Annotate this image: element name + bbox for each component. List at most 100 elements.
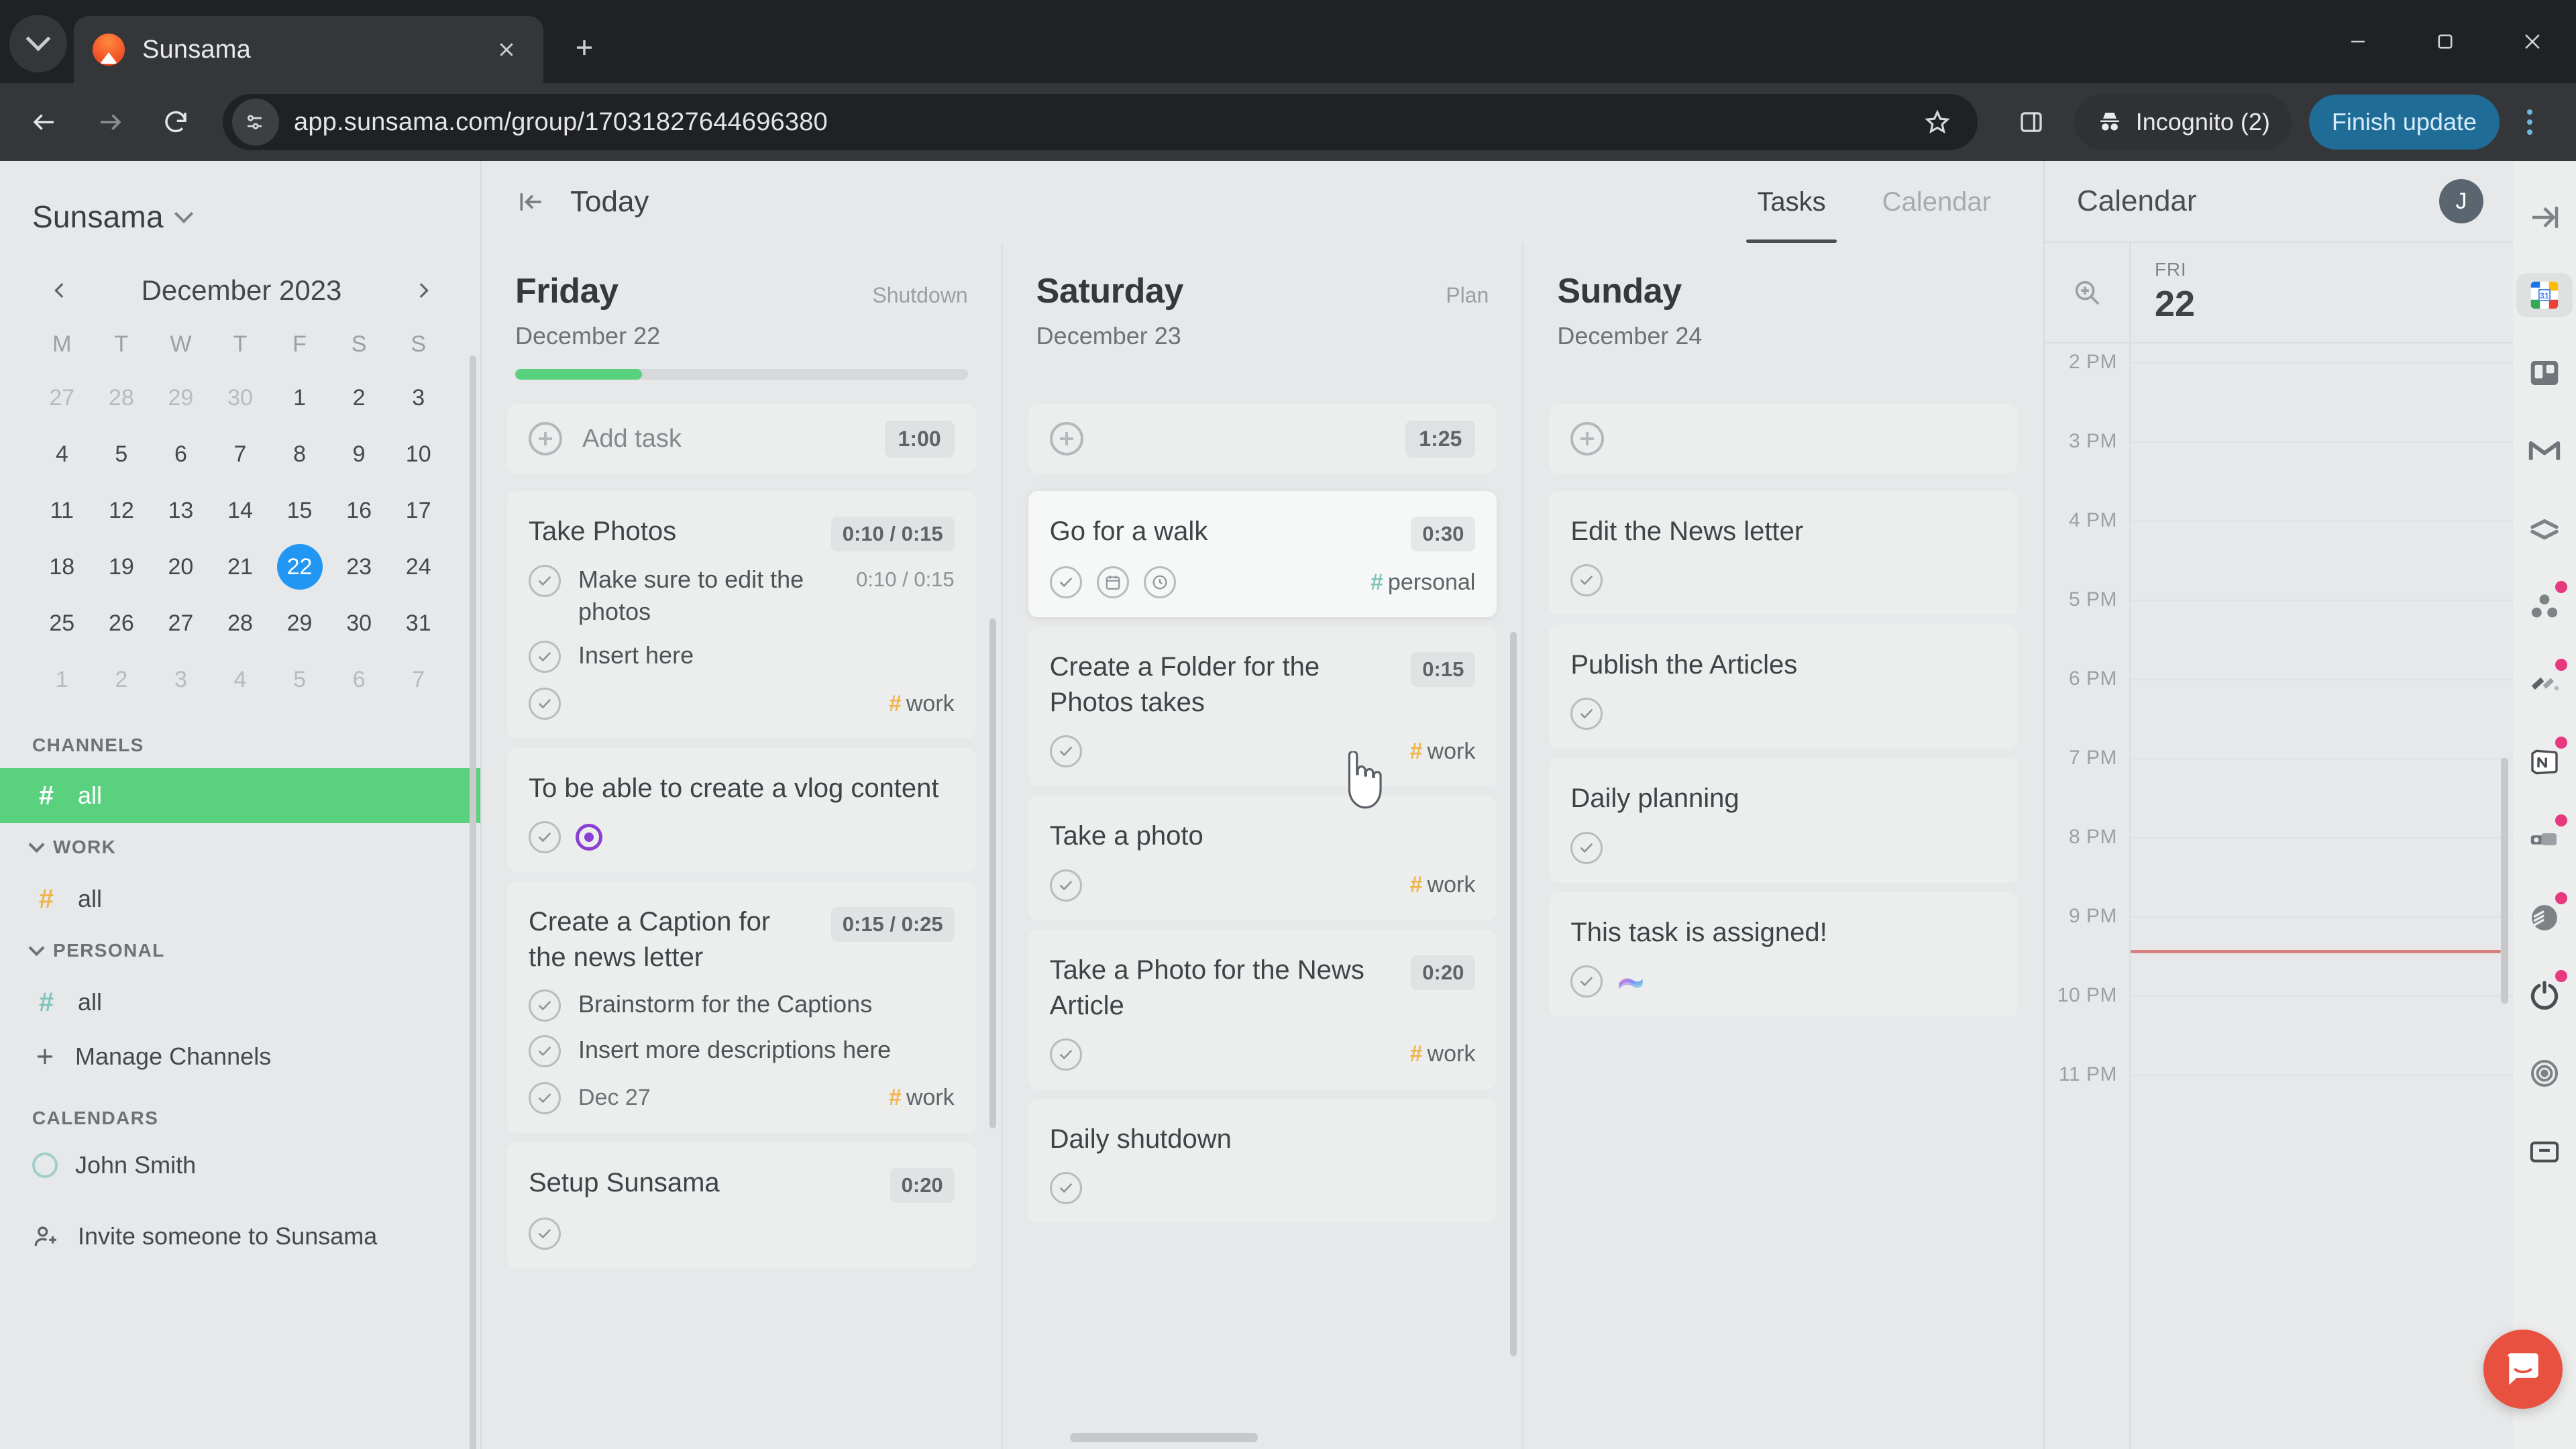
day-state-label[interactable]: Shutdown [872, 283, 967, 308]
complete-task-icon[interactable] [529, 1217, 561, 1250]
rail-google-calendar-button[interactable]: 31 [2515, 256, 2574, 334]
right-calendar-day[interactable]: FRI 22 [2131, 243, 2513, 342]
calendar-day[interactable]: 29 [151, 370, 211, 426]
complete-task-icon[interactable] [1049, 566, 1082, 598]
complete-task-icon[interactable] [1570, 965, 1603, 998]
calendar-day[interactable]: 27 [151, 595, 211, 651]
task-card[interactable]: To be able to create a vlog content [507, 748, 976, 873]
calendar-day[interactable]: 23 [329, 539, 389, 595]
objective-target-icon[interactable] [576, 824, 602, 851]
card-tag[interactable]: # work [1410, 739, 1476, 765]
calendar-day[interactable]: 1 [270, 370, 329, 426]
calendar-day[interactable]: 8 [270, 426, 329, 482]
calendar-day[interactable]: 15 [270, 482, 329, 539]
calendar-scrollbar[interactable] [2501, 758, 2508, 1004]
task-card[interactable]: Setup Sunsama 0:20 [507, 1142, 976, 1269]
calendar-day[interactable]: 14 [211, 482, 270, 539]
side-panel-icon[interactable] [2002, 93, 2061, 152]
task-card[interactable]: This task is assigned! [1549, 892, 2019, 1016]
next-month-icon[interactable] [405, 272, 441, 309]
rail-objectives-button[interactable] [2515, 1034, 2574, 1112]
calendar-day[interactable]: 9 [329, 426, 389, 482]
prev-month-icon[interactable] [42, 272, 78, 309]
complete-task-icon[interactable] [1049, 1038, 1082, 1071]
tab-search-button[interactable] [9, 15, 67, 72]
rail-github-button[interactable] [2515, 957, 2574, 1034]
task-card[interactable]: Daily shutdown [1028, 1098, 1497, 1224]
close-window-icon[interactable] [2489, 0, 2576, 83]
card-tag[interactable]: # work [889, 691, 955, 717]
calendar-day[interactable]: 5 [92, 426, 152, 482]
column-scrollbar[interactable] [989, 619, 996, 1128]
tab-calendar[interactable]: Calendar [1854, 161, 2019, 243]
task-card[interactable]: Take Photos 0:10 / 0:15 Make sure to edit… [507, 491, 976, 739]
rail-clickup-button[interactable] [2515, 645, 2574, 723]
task-card[interactable]: Take a photo # work [1028, 796, 1497, 920]
finish-update-button[interactable]: Finish update [2308, 95, 2500, 150]
rail-trello-button[interactable] [2515, 334, 2574, 412]
task-card[interactable]: Create a Folder for the Photos takes 0:15… [1028, 627, 1497, 787]
subtask-check-icon[interactable] [529, 641, 561, 674]
maximize-icon[interactable] [2402, 0, 2489, 83]
close-icon[interactable] [488, 32, 525, 68]
task-card[interactable]: Take a Photo for the News Article 0:20 # w… [1028, 929, 1497, 1089]
rail-jira-button[interactable] [2515, 801, 2574, 879]
calendar-day[interactable]: 6 [151, 426, 211, 482]
calendar-day[interactable]: 12 [92, 482, 152, 539]
task-card[interactable]: Go for a walk 0:30 # personal [1028, 491, 1497, 617]
column-scrollbar[interactable] [1510, 632, 1517, 1356]
right-calendar-grid[interactable]: 2 PM 3 PM 4 PM 5 PM 6 PM 7 PM 8 PM 9 PM … [2045, 343, 2513, 1449]
manage-channels-button[interactable]: Manage Channels [0, 1030, 480, 1083]
calendar-day[interactable]: 29 [270, 595, 329, 651]
complete-task-icon[interactable] [1570, 564, 1603, 597]
subtask-check-icon[interactable] [529, 565, 561, 597]
subtask-row[interactable]: Make sure to edit the photos 0:10 / 0:15 [529, 564, 955, 627]
calendar-day[interactable]: 26 [92, 595, 152, 651]
chrome-menu-icon[interactable] [2506, 93, 2553, 152]
calendar-day[interactable]: 21 [211, 539, 270, 595]
rail-asana-button[interactable] [2515, 568, 2574, 645]
task-card[interactable]: Create a Caption for the news letter 0:15… [507, 881, 976, 1133]
channel-group-personal[interactable]: PERSONAL [0, 926, 480, 975]
card-tag[interactable]: # work [1410, 1041, 1476, 1067]
add-task-button[interactable] [1549, 404, 2019, 474]
site-settings-icon[interactable] [232, 99, 279, 146]
calendar-day[interactable]: 7 [211, 426, 270, 482]
workspace-switcher[interactable]: Sunsama [0, 161, 480, 235]
schedule-task-icon[interactable] [1096, 566, 1129, 598]
card-tag[interactable]: # work [889, 1085, 955, 1111]
calendar-day[interactable]: 1 [32, 651, 92, 708]
subtask-row[interactable]: Insert more descriptions here [529, 1034, 955, 1067]
day-state-label[interactable]: Plan [1446, 283, 1489, 308]
card-tag[interactable]: # personal [1371, 570, 1475, 596]
avatar[interactable]: J [2439, 179, 2483, 223]
subtask-check-icon[interactable] [529, 989, 561, 1022]
task-card[interactable]: Publish the Articles [1549, 625, 2019, 749]
address-bar[interactable]: app.sunsama.com/group/17031827644696380 [223, 94, 1978, 150]
calendar-day[interactable]: 28 [211, 595, 270, 651]
task-card[interactable]: Daily planning [1549, 758, 2019, 883]
calendar-day[interactable]: 20 [151, 539, 211, 595]
calendar-day[interactable]: 30 [211, 370, 270, 426]
complete-task-icon[interactable] [1570, 831, 1603, 864]
add-task-button[interactable]: Add task 1:00 [507, 404, 976, 474]
reload-icon[interactable] [146, 93, 205, 152]
calendar-day[interactable]: 16 [329, 482, 389, 539]
sidebar-scrollbar[interactable] [470, 356, 476, 1449]
calendar-day[interactable]: 30 [329, 595, 389, 651]
rail-todoist-button[interactable] [2515, 879, 2574, 957]
channel-group-work[interactable]: WORK [0, 823, 480, 871]
assignee-avatar-icon[interactable] [1617, 972, 1644, 991]
calendar-day[interactable]: 17 [388, 482, 448, 539]
card-tag[interactable]: # work [1410, 872, 1476, 898]
rail-archive-button[interactable] [2515, 1112, 2574, 1190]
forward-icon[interactable] [80, 93, 140, 152]
calendar-day[interactable]: 10 [388, 426, 448, 482]
calendar-day[interactable]: 4 [211, 651, 270, 708]
collapse-sidebar-icon[interactable] [513, 183, 550, 221]
calendar-day[interactable]: 13 [151, 482, 211, 539]
zoom-in-icon[interactable] [2045, 243, 2131, 342]
intercom-chat-button[interactable] [2483, 1330, 2563, 1409]
complete-task-icon[interactable] [529, 688, 561, 720]
calendar-day[interactable]: 22 [270, 539, 329, 595]
